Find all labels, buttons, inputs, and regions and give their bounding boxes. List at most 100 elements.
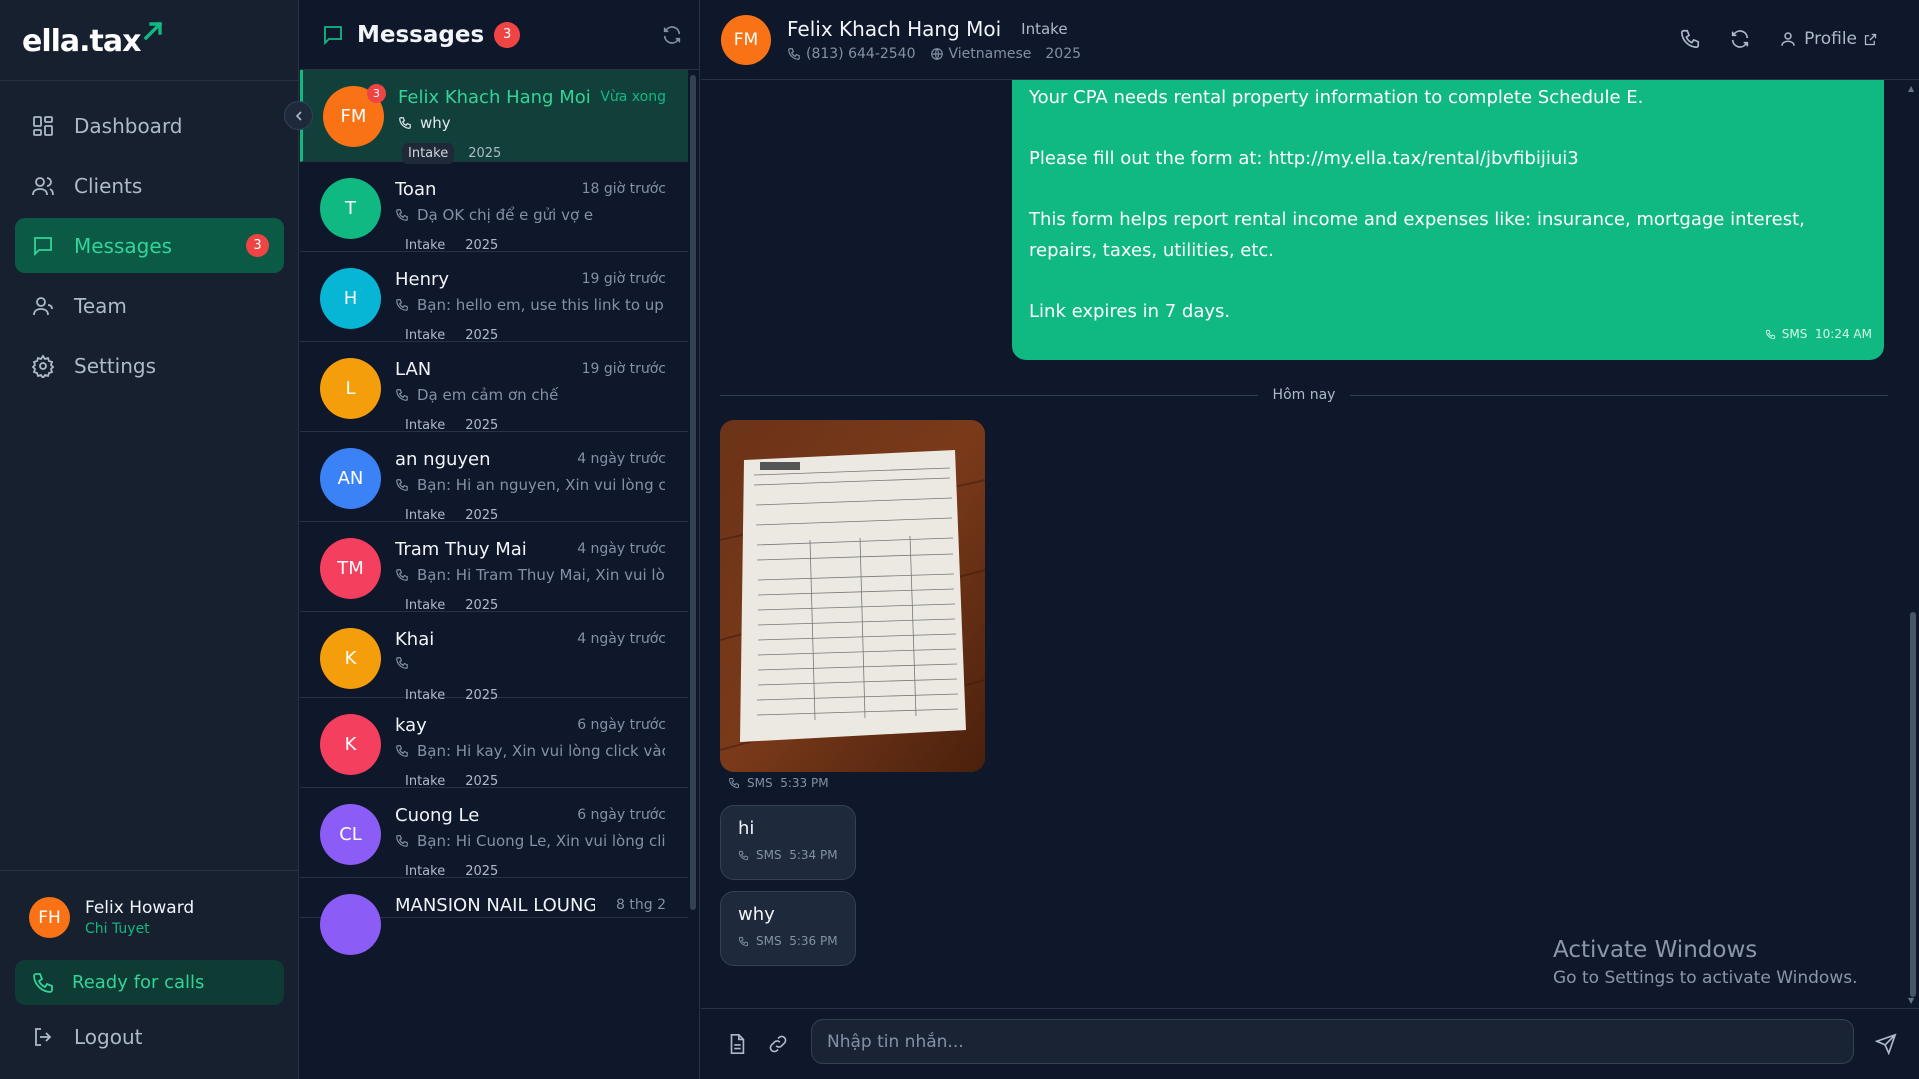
conversation-name: Khai — [395, 629, 435, 650]
conversation-tags: Intake 2025 — [402, 143, 501, 164]
phone-icon — [396, 209, 408, 221]
conversation-item[interactable]: CL Cuong Le 6 ngày trước Bạn: Hi Cuong Le, … — [300, 788, 688, 879]
message-text: Link expires in 7 days. — [1029, 301, 1231, 322]
logo-text: ella.tax — [22, 24, 141, 59]
chat-header: FM Felix Khach Hang Moi Intake (813) 644… — [701, 0, 1919, 80]
conversation-name: MANSION NAIL LOUNGE — [395, 895, 595, 916]
message-channel: SMS — [756, 934, 782, 948]
link-icon — [769, 1035, 787, 1053]
year-tag: 2025 — [468, 146, 502, 161]
contact-meta: (813) 644-2540 Vietnamese 2025 — [787, 46, 1095, 62]
conversation-preview: Bạn: hello em, use this link to uplo... — [395, 296, 665, 314]
preview-text: Bạn: hello em, use this link to uplo... — [417, 296, 665, 314]
ready-for-calls-button[interactable]: Ready for calls — [15, 960, 284, 1005]
avatar: H — [320, 268, 381, 329]
conversation-time: 6 ngày trước — [577, 807, 666, 823]
main-nav: Dashboard Clients Messages 3 Team Settin… — [15, 98, 284, 398]
conversation-time: 4 ngày trước — [577, 631, 666, 647]
conversation-item[interactable]: TM Tram Thuy Mai 4 ngày trước Bạn: Hi Tram … — [300, 522, 688, 613]
message-composer — [701, 1008, 1919, 1079]
template-button[interactable] — [726, 1033, 748, 1059]
sidebar-divider — [0, 870, 299, 871]
conversation-item[interactable]: Kkay 6 ngày trước Bạn: Hi kay, Xin vui lòn… — [300, 698, 688, 789]
phone-icon — [728, 778, 739, 789]
message-meta: SMS 5:36 PM — [738, 934, 838, 948]
nav-label: Messages — [74, 233, 173, 258]
send-button[interactable] — [1874, 1033, 1897, 1059]
message-channel: SMS — [747, 776, 773, 790]
message-text: hi — [738, 818, 755, 839]
sidebar-divider — [0, 80, 299, 81]
send-icon — [1874, 1033, 1897, 1056]
logout-icon — [30, 1024, 56, 1050]
conversation-preview: Bạn: Hi an nguyen, Xin vui lòng clic... — [395, 476, 665, 494]
conversation-item[interactable]: L LAN 19 giờ trước Dạ em cảm ơn chế Intake 20… — [300, 342, 688, 433]
outgoing-message: Your CPA needs rental property informati… — [1012, 80, 1884, 360]
conversation-list: FM 3 Felix Khach Hang Moi Vừa xong why Intake… — [300, 70, 688, 955]
phone-icon — [396, 299, 408, 311]
phone-icon — [399, 117, 411, 129]
incoming-message: hi SMS 5:34 PM — [720, 805, 856, 880]
nav-messages[interactable]: Messages 3 — [15, 218, 284, 273]
profile-link[interactable]: Profile — [1779, 29, 1885, 49]
refresh-chat-button[interactable] — [1729, 28, 1751, 50]
message-time: 5:36 PM — [789, 934, 838, 948]
conversation-preview — [395, 656, 665, 670]
conversation-name: Tram Thuy Mai — [395, 539, 527, 560]
phone-text: (813) 644-2540 — [806, 46, 916, 62]
watermark-title: Activate Windows — [1553, 937, 1758, 963]
image-attachment[interactable] — [720, 420, 985, 772]
phone-icon — [1681, 29, 1700, 49]
year-tag: 2025 — [465, 508, 499, 523]
message-icon — [30, 233, 56, 259]
avatar: TM — [320, 538, 381, 599]
logout-label: Logout — [74, 1025, 143, 1049]
preview-text: Bạn: Hi kay, Xin vui lòng click vào li..… — [417, 742, 665, 760]
message-link-text[interactable]: Please fill out the form at: http://my.e… — [1029, 143, 1864, 174]
message-time: 5:33 PM — [780, 776, 829, 790]
nav-dashboard[interactable]: Dashboard — [15, 98, 284, 153]
list-scrollbar[interactable] — [690, 75, 696, 910]
message-time: 10:24 AM — [1815, 327, 1872, 341]
insert-link-button[interactable] — [766, 1033, 790, 1059]
conversation-item[interactable]: H Henry 19 giờ trước Bạn: hello em, use thi… — [300, 252, 688, 343]
conversation-time: Vừa xong — [600, 89, 666, 105]
year-tag: 2025 — [465, 418, 499, 433]
nav-clients[interactable]: Clients — [15, 158, 284, 213]
year-tag: 2025 — [465, 238, 499, 253]
contact-name: Felix Khach Hang Moi — [787, 17, 1002, 41]
sidebar: ella.tax Dashboard Clients Messages 3 Te… — [0, 0, 299, 1079]
globe-icon — [930, 48, 943, 60]
conversation-name: LAN — [395, 359, 432, 380]
year-tag: 2025 — [465, 598, 499, 613]
nav-team[interactable]: Team — [15, 278, 284, 333]
refresh-icon — [663, 26, 681, 44]
avatar: AN — [320, 448, 381, 509]
message-meta: SMS 10:24 AM — [1765, 319, 1872, 350]
conversation-item[interactable]: MANSION NAIL LOUNGE 8 thg 2 — [300, 878, 688, 955]
watermark-subtitle: Go to Settings to activate Windows. — [1553, 968, 1858, 988]
message-thread[interactable]: Your CPA needs rental property informati… — [701, 80, 1919, 1008]
scroll-up-arrow-icon[interactable]: ▲ — [1908, 84, 1916, 93]
language-text: Vietnamese — [948, 46, 1032, 62]
gear-icon — [30, 353, 56, 379]
conversation-item[interactable]: T Toan 18 giờ trước Dạ OK chị để e gửi vợ e… — [300, 162, 688, 253]
message-input[interactable] — [811, 1019, 1854, 1064]
year-tag: 2025 — [465, 774, 499, 789]
conversation-item[interactable]: K Khai 4 ngày trước Intake 2025 — [300, 612, 688, 703]
conversation-time: 19 giờ trước — [581, 271, 666, 287]
preview-text: why — [420, 114, 451, 132]
logout-button[interactable]: Logout — [30, 1024, 142, 1050]
conversation-item[interactable]: AN an nguyen 4 ngày trước Bạn: Hi an nguyen… — [300, 432, 688, 523]
incoming-message: why SMS 5:36 PM — [720, 891, 856, 966]
nav-settings[interactable]: Settings — [15, 338, 284, 393]
collapse-sidebar-button[interactable] — [284, 101, 313, 130]
app-logo[interactable]: ella.tax — [22, 21, 164, 64]
conversation-item[interactable]: FM 3 Felix Khach Hang Moi Vừa xong why Intake… — [300, 70, 688, 164]
scroll-down-arrow-icon[interactable]: ▼ — [1908, 996, 1916, 1005]
call-button[interactable] — [1679, 28, 1701, 50]
nav-label: Settings — [74, 353, 157, 378]
refresh-button[interactable] — [661, 24, 683, 50]
chat-panel: FM Felix Khach Hang Moi Intake (813) 644… — [701, 0, 1919, 1079]
chat-scrollbar[interactable] — [1910, 612, 1916, 997]
